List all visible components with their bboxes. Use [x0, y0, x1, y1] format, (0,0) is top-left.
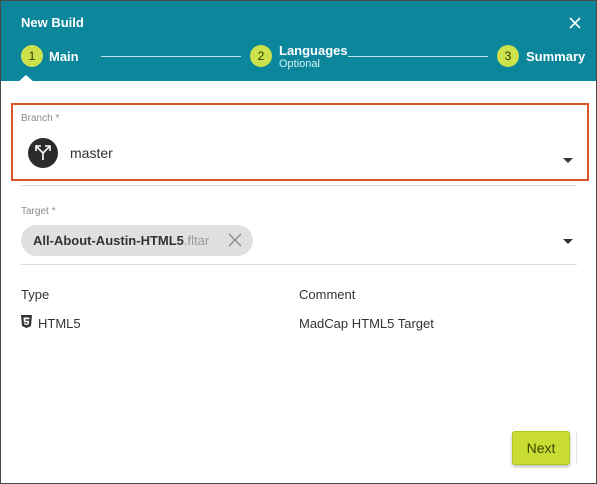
- footer-edge: [576, 431, 577, 465]
- column-header-comment: Comment: [299, 287, 356, 302]
- branch-label: Branch *: [21, 113, 60, 124]
- new-build-dialog: New Build 1 Main 2 Languages Optional 3 …: [0, 0, 597, 484]
- branch-select[interactable]: Branch * master: [11, 103, 589, 181]
- target-dropdown-chevron-icon[interactable]: [563, 239, 573, 244]
- step-label-summary[interactable]: Summary: [526, 49, 585, 64]
- step-label-main[interactable]: Main: [49, 49, 79, 64]
- step-sublabel-languages: Optional: [279, 58, 320, 70]
- divider: [21, 185, 577, 186]
- wizard-steps: 1 Main 2 Languages Optional 3 Summary: [1, 41, 596, 82]
- dialog-title: New Build: [21, 15, 84, 30]
- active-step-indicator: [18, 75, 34, 82]
- step-connector: [101, 56, 241, 57]
- divider: [21, 264, 577, 265]
- target-chip[interactable]: All-About-Austin-HTML5.fltar: [21, 225, 253, 256]
- chevron-down-icon[interactable]: [563, 158, 573, 163]
- row-comment: MadCap HTML5 Target: [299, 316, 434, 331]
- target-chip-name: All-About-Austin-HTML5: [33, 233, 184, 248]
- target-chip-label: All-About-Austin-HTML5.fltar: [33, 233, 209, 248]
- target-label: Target *: [21, 206, 56, 217]
- row-type: HTML5: [38, 316, 81, 331]
- next-button[interactable]: Next: [512, 431, 570, 465]
- branch-value: master: [70, 145, 113, 161]
- column-header-type: Type: [21, 287, 50, 302]
- remove-chip-icon[interactable]: [228, 233, 242, 247]
- close-icon[interactable]: [566, 14, 584, 32]
- step-number-main[interactable]: 1: [21, 45, 43, 67]
- step-label-languages[interactable]: Languages: [279, 43, 348, 58]
- html5-icon: [21, 315, 32, 328]
- target-chip-extension: .fltar: [183, 233, 210, 248]
- branch-icon: [28, 138, 58, 168]
- dialog-header: New Build 1 Main 2 Languages Optional 3 …: [1, 1, 596, 82]
- step-number-summary[interactable]: 3: [497, 45, 519, 67]
- step-connector: [348, 56, 488, 57]
- step-number-languages[interactable]: 2: [250, 45, 272, 67]
